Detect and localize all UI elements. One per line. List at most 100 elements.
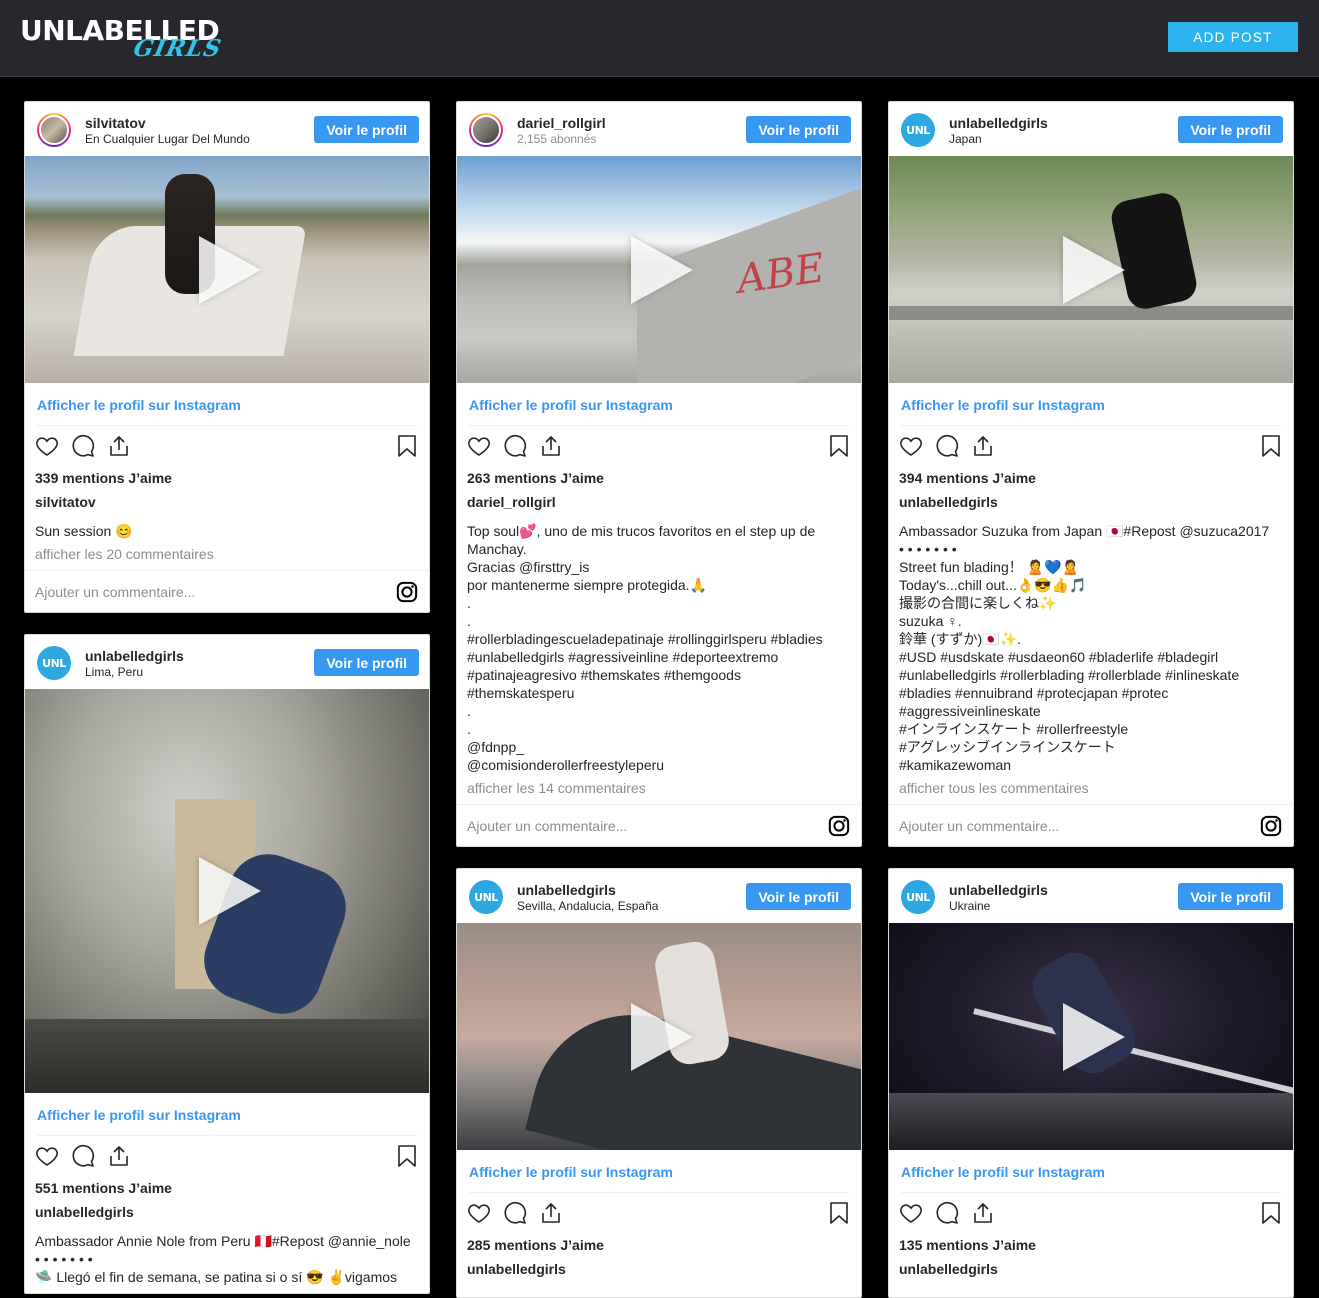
caption-author[interactable]: unlabelledgirls [889,1257,1293,1281]
add-comment-bar: Ajouter un commentaire... [889,804,1293,846]
likes-count[interactable]: 394 mentions J’aime [889,466,1293,490]
avatar[interactable] [469,113,503,147]
share-icon[interactable] [107,434,131,458]
post-location[interactable]: Lima, Peru [85,665,143,679]
post-location[interactable]: Ukraine [949,899,990,913]
post-video[interactable] [25,156,429,383]
post-username[interactable]: unlabelledgirls [85,648,184,664]
add-comment-bar: Ajouter un commentaire... [457,804,861,846]
post-username[interactable]: unlabelledgirls [517,882,616,898]
post-video[interactable]: ABE [457,156,861,383]
avatar[interactable]: UNL [469,880,503,914]
likes-count[interactable]: 551 mentions J’aime [25,1176,429,1200]
post-username[interactable]: unlabelledgirls [949,882,1048,898]
post-location[interactable]: En Cualquier Lugar Del Mundo [85,132,250,146]
view-profile-button[interactable]: Voir le profil [314,116,419,143]
post-video[interactable] [457,923,861,1150]
comment-icon[interactable] [935,1201,959,1225]
post-card: UNL unlabelledgirls Ukraine Voir le prof… [888,868,1294,1298]
view-comments-link[interactable]: afficher les 20 commentaires [25,540,429,570]
comment-icon[interactable] [935,434,959,458]
view-profile-button[interactable]: Voir le profil [1178,116,1283,143]
post-caption: Top soul💕, uno de mis trucos favoritos e… [467,523,823,773]
share-icon[interactable] [971,1201,995,1225]
view-instagram-profile-link[interactable]: Afficher le profil sur Instagram [37,1093,417,1136]
avatar[interactable] [37,113,71,147]
caption-author[interactable]: silvitatov [25,490,429,514]
view-instagram-profile-link[interactable]: Afficher le profil sur Instagram [37,383,417,426]
comment-input[interactable]: Ajouter un commentaire... [35,584,195,600]
likes-count[interactable]: 263 mentions J’aime [457,466,861,490]
view-instagram-profile-link[interactable]: Afficher le profil sur Instagram [469,1150,849,1193]
bookmark-icon[interactable] [827,1201,851,1225]
play-icon[interactable] [631,235,693,304]
bookmark-icon[interactable] [395,1144,419,1168]
bookmark-icon[interactable] [1259,434,1283,458]
share-icon[interactable] [539,1201,563,1225]
instagram-icon[interactable] [828,815,850,837]
view-comments-link[interactable]: afficher tous les commentaires [889,774,1293,804]
heart-icon[interactable] [467,434,491,458]
comment-icon[interactable] [503,1201,527,1225]
caption-author[interactable]: dariel_rollgirl [457,490,861,514]
post-username[interactable]: unlabelledgirls [949,115,1048,131]
comment-input[interactable]: Ajouter un commentaire... [467,818,627,834]
instagram-icon[interactable] [1260,815,1282,837]
heart-icon[interactable] [899,434,923,458]
post-actions [899,1193,1283,1233]
likes-count[interactable]: 339 mentions J’aime [25,466,429,490]
avatar[interactable]: UNL [901,880,935,914]
post-actions [467,1193,851,1233]
view-profile-button[interactable]: Voir le profil [314,649,419,676]
comment-icon[interactable] [71,434,95,458]
post-location[interactable]: Japan [949,132,982,146]
play-icon[interactable] [1063,1002,1125,1071]
post-location[interactable]: Sevilla, Andalucia, España [517,899,658,913]
share-icon[interactable] [971,434,995,458]
bookmark-icon[interactable] [827,434,851,458]
post-video[interactable] [889,156,1293,383]
heart-icon[interactable] [467,1201,491,1225]
play-icon[interactable] [631,1002,693,1071]
likes-count[interactable]: 135 mentions J’aime [889,1233,1293,1257]
avatar[interactable]: UNL [37,646,71,680]
post-username[interactable]: silvitatov [85,115,146,131]
logo-sub-text: GIRLS [131,35,225,62]
view-profile-button[interactable]: Voir le profil [1178,883,1283,910]
likes-count[interactable]: 285 mentions J’aime [457,1233,861,1257]
post-card: dariel_rollgirl 2,155 abonnés Voir le pr… [456,101,862,847]
view-comments-link[interactable]: afficher les 14 commentaires [457,774,861,804]
share-icon[interactable] [107,1144,131,1168]
avatar[interactable]: UNL [901,113,935,147]
caption-author[interactable]: unlabelledgirls [25,1200,429,1224]
post-header: UNL unlabelledgirls Sevilla, Andalucia, … [457,869,861,923]
post-card: UNL unlabelledgirls Lima, Peru Voir le p… [24,634,430,1294]
play-icon[interactable] [199,857,261,925]
share-icon[interactable] [539,434,563,458]
play-icon[interactable] [1063,235,1125,304]
heart-icon[interactable] [899,1201,923,1225]
view-instagram-profile-link[interactable]: Afficher le profil sur Instagram [901,383,1281,426]
add-post-button[interactable]: ADD POST [1168,22,1298,52]
post-video[interactable] [25,689,429,1093]
brand-logo[interactable]: UNLABELLED GIRLS [20,14,224,64]
view-instagram-profile-link[interactable]: Afficher le profil sur Instagram [901,1150,1281,1193]
play-icon[interactable] [199,235,261,304]
view-instagram-profile-link[interactable]: Afficher le profil sur Instagram [469,383,849,426]
comment-input[interactable]: Ajouter un commentaire... [899,818,1059,834]
comment-icon[interactable] [503,434,527,458]
bookmark-icon[interactable] [395,434,419,458]
post-card: UNL unlabelledgirls Sevilla, Andalucia, … [456,868,862,1298]
caption-author[interactable]: unlabelledgirls [889,490,1293,514]
instagram-icon[interactable] [396,581,418,603]
view-profile-button[interactable]: Voir le profil [746,883,851,910]
heart-icon[interactable] [35,1144,59,1168]
post-actions [35,1136,419,1176]
comment-icon[interactable] [71,1144,95,1168]
heart-icon[interactable] [35,434,59,458]
post-video[interactable] [889,923,1293,1150]
post-username[interactable]: dariel_rollgirl [517,115,606,131]
caption-author[interactable]: unlabelledgirls [457,1257,861,1281]
view-profile-button[interactable]: Voir le profil [746,116,851,143]
bookmark-icon[interactable] [1259,1201,1283,1225]
